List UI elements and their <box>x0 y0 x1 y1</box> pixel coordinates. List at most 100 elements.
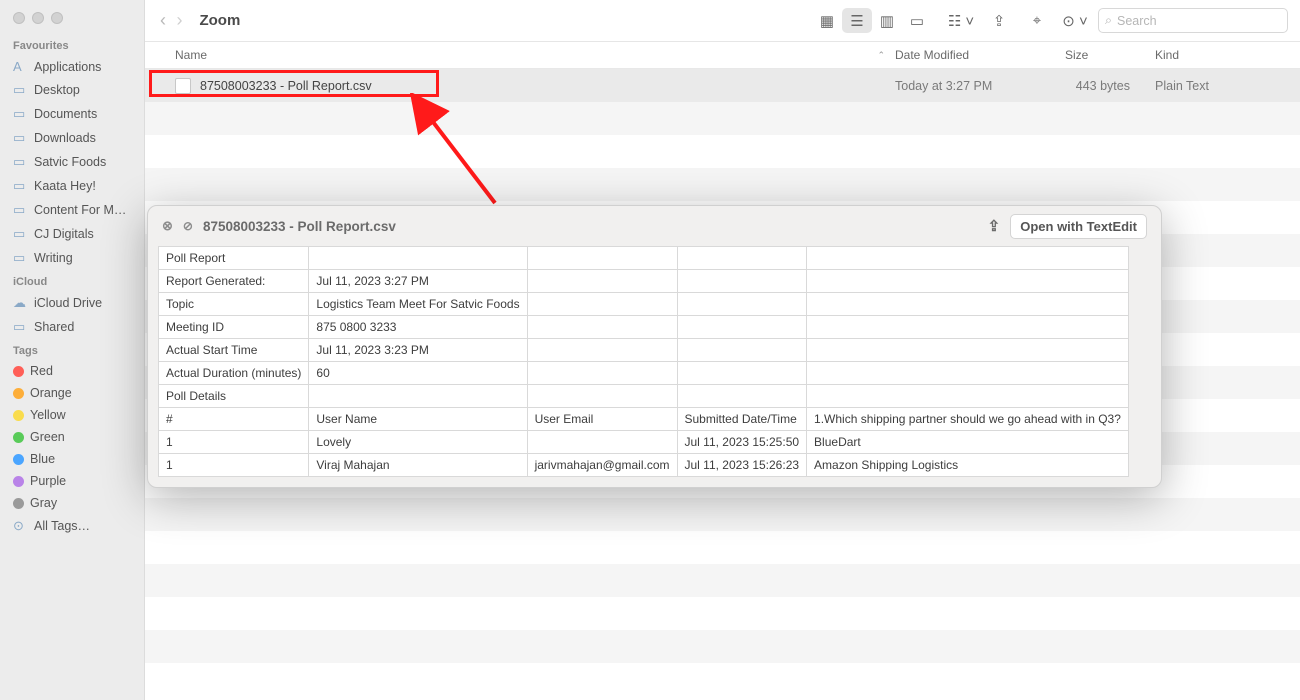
quicklook-share-icon[interactable]: ⇪ <box>988 217 1001 235</box>
file-kind: Plain Text <box>1155 79 1255 93</box>
view-list-icon[interactable]: ☰ <box>842 8 872 33</box>
csv-cell <box>677 339 807 362</box>
csv-cell <box>309 385 527 408</box>
tag-dot-icon <box>13 476 24 487</box>
csv-cell <box>527 316 677 339</box>
view-gallery-icon[interactable]: ▭ <box>902 8 932 33</box>
csv-cell <box>807 362 1129 385</box>
tag-icon[interactable]: ⌖ <box>1022 8 1052 33</box>
sidebar-tag-item[interactable]: Gray <box>0 492 144 514</box>
sidebar-item-label: Gray <box>30 496 57 510</box>
nav-forward-icon[interactable]: › <box>173 10 185 30</box>
sidebar-tag-item[interactable]: Red <box>0 360 144 382</box>
sort-caret-icon[interactable]: ⌃ <box>877 50 885 61</box>
csv-cell <box>807 316 1129 339</box>
annotation-highlight-box <box>149 70 439 97</box>
quicklook-warn-icon: ⊘ <box>183 219 193 233</box>
search-placeholder: Search <box>1117 14 1157 28</box>
sidebar-group-favourites: Favourites <box>0 34 144 55</box>
csv-cell <box>677 247 807 270</box>
csv-cell <box>807 247 1129 270</box>
sidebar-tag-item[interactable]: Blue <box>0 448 144 470</box>
csv-cell: 875 0800 3233 <box>309 316 527 339</box>
annotation-arrow <box>405 93 505 213</box>
sidebar-item-label: Green <box>30 430 65 444</box>
folder-icon: ▭ <box>13 250 28 266</box>
quicklook-close-icon[interactable]: ⊗ <box>162 218 173 234</box>
open-with-button[interactable]: Open with TextEdit <box>1010 214 1147 239</box>
csv-cell: Submitted Date/Time <box>677 408 807 431</box>
columns-header: Name ⌃ Date Modified Size Kind <box>145 42 1300 69</box>
csv-cell: Logistics Team Meet For Satvic Foods <box>309 293 527 316</box>
sidebar-item-favourite[interactable]: ▭ CJ Digitals <box>0 222 144 246</box>
csv-cell: Jul 11, 2023 15:26:23 <box>677 454 807 477</box>
tag-dot-icon <box>13 454 24 465</box>
csv-cell: Actual Start Time <box>159 339 309 362</box>
cloud-icon: ☁ <box>13 295 28 311</box>
csv-cell: 60 <box>309 362 527 385</box>
folder-icon: ▭ <box>13 154 28 170</box>
view-columns-icon[interactable]: ▥ <box>872 8 902 33</box>
sidebar-item-label: Orange <box>30 386 72 400</box>
folder-icon: ▭ <box>13 226 28 242</box>
nav-back-icon[interactable]: ‹ <box>157 10 169 30</box>
column-date-modified[interactable]: Date Modified <box>895 48 1065 62</box>
quicklook-panel: ⊗ ⊘ 87508003233 - Poll Report.csv ⇪ Open… <box>147 205 1162 488</box>
file-date-modified: Today at 3:27 PM <box>895 79 1065 93</box>
csv-cell: jarivmahajan@gmail.com <box>527 454 677 477</box>
sidebar-item-icloud[interactable]: ☁ iCloud Drive <box>0 291 144 315</box>
sidebar-item-label: Yellow <box>30 408 66 422</box>
sidebar-item-label: Content For M… <box>34 203 126 217</box>
csv-cell <box>527 385 677 408</box>
csv-cell: Amazon Shipping Logistics <box>807 454 1129 477</box>
csv-cell: Poll Details <box>159 385 309 408</box>
sidebar-tag-item[interactable]: Orange <box>0 382 144 404</box>
sidebar-item-favourite[interactable]: ▭ Downloads <box>0 126 144 150</box>
sidebar-tag-item[interactable]: Green <box>0 426 144 448</box>
sidebar-item-icloud[interactable]: ▭ Shared <box>0 315 144 339</box>
sidebar-item-label: Writing <box>34 251 73 265</box>
csv-cell <box>807 385 1129 408</box>
csv-cell <box>677 270 807 293</box>
fullscreen-window-dot[interactable] <box>51 12 63 24</box>
search-input[interactable]: ⌕ Search <box>1098 8 1288 33</box>
minimize-window-dot[interactable] <box>32 12 44 24</box>
sidebar-item-favourite[interactable]: ▭ Content For M… <box>0 198 144 222</box>
csv-cell: Jul 11, 2023 15:25:50 <box>677 431 807 454</box>
csv-cell: BlueDart <box>807 431 1129 454</box>
sidebar-item-favourite[interactable]: A Applications <box>0 55 144 78</box>
sidebar-item-favourite[interactable]: ▭ Documents <box>0 102 144 126</box>
column-name[interactable]: Name <box>175 48 207 62</box>
csv-cell <box>527 431 677 454</box>
more-icon[interactable]: ⊙ ˅ <box>1060 8 1090 33</box>
sidebar-item-favourite[interactable]: ▭ Writing <box>0 246 144 270</box>
csv-preview-table: Poll ReportReport Generated:Jul 11, 2023… <box>158 246 1129 477</box>
traffic-lights <box>0 6 144 34</box>
csv-cell <box>527 247 677 270</box>
share-icon[interactable]: ⇪ <box>984 8 1014 33</box>
column-kind[interactable]: Kind <box>1155 48 1255 62</box>
csv-cell <box>807 270 1129 293</box>
csv-cell <box>807 293 1129 316</box>
sidebar-item-favourite[interactable]: ▭ Kaata Hey! <box>0 174 144 198</box>
sidebar-item-favourite[interactable]: ▭ Satvic Foods <box>0 150 144 174</box>
sidebar-item-label: Documents <box>34 107 97 121</box>
column-size[interactable]: Size <box>1065 48 1155 62</box>
sidebar-all-tags[interactable]: ⊙ All Tags… <box>0 514 144 538</box>
close-window-dot[interactable] <box>13 12 25 24</box>
sidebar-tag-item[interactable]: Purple <box>0 470 144 492</box>
csv-cell <box>527 293 677 316</box>
csv-cell: Meeting ID <box>159 316 309 339</box>
sidebar-item-label: Purple <box>30 474 66 488</box>
sidebar-item-label: Shared <box>34 320 74 334</box>
group-by-icon[interactable]: ☷ ˅ <box>946 8 976 33</box>
csv-cell: User Name <box>309 408 527 431</box>
csv-cell: Topic <box>159 293 309 316</box>
sidebar-tag-item[interactable]: Yellow <box>0 404 144 426</box>
csv-cell <box>677 316 807 339</box>
view-icons-icon[interactable]: ▦ <box>812 8 842 33</box>
sidebar-item-favourite[interactable]: ▭ Desktop <box>0 78 144 102</box>
file-size: 443 bytes <box>1065 79 1155 93</box>
sidebar-group-tags: Tags <box>0 339 144 360</box>
search-icon: ⌕ <box>1105 13 1112 28</box>
